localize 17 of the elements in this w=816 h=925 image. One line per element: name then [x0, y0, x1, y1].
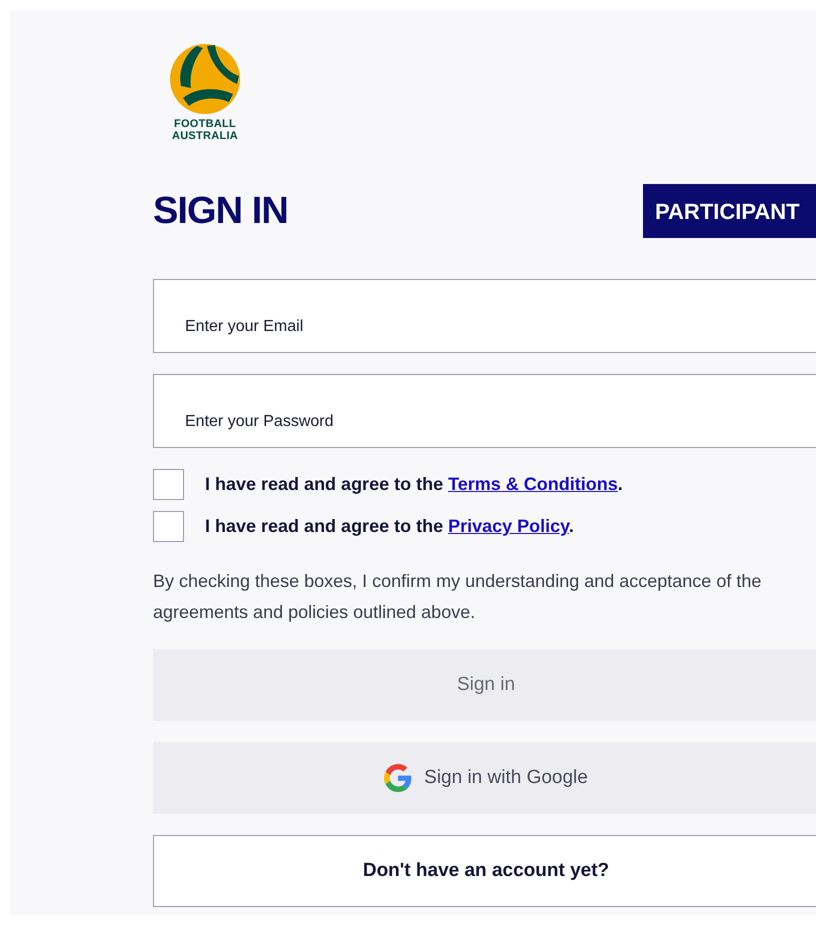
logo-text: AUSTRALIA: [172, 130, 238, 142]
consent-note: By checking these boxes, I confirm my understanding and acceptance of the agreements and policies outlined above.: [153, 570, 762, 624]
logo-text: FOOTBALL: [174, 118, 236, 130]
agreement-label: I have read and agree to the Privacy Policy.: [205, 515, 574, 538]
agreement-label: I have read and agree to the Terms & Conditions.: [205, 473, 623, 496]
checkbox[interactable]: [153, 469, 184, 500]
participant-badge: PARTICIPANT: [643, 184, 816, 238]
create-account-button[interactable]: Don't have an account yet?: [153, 835, 816, 907]
agreement-link[interactable]: Privacy Policy: [448, 516, 569, 536]
input-field[interactable]: Enter your Password: [153, 374, 816, 448]
google-sign-in-button[interactable]: Sign in with Google: [153, 742, 816, 814]
checkbox[interactable]: [153, 511, 184, 542]
page-title: SIGN IN: [153, 192, 288, 230]
google-icon: [384, 764, 412, 792]
input-field[interactable]: Enter your Email: [153, 279, 816, 353]
agreement-link[interactable]: Terms & Conditions: [448, 474, 618, 494]
logo-icon: [167, 42, 243, 116]
